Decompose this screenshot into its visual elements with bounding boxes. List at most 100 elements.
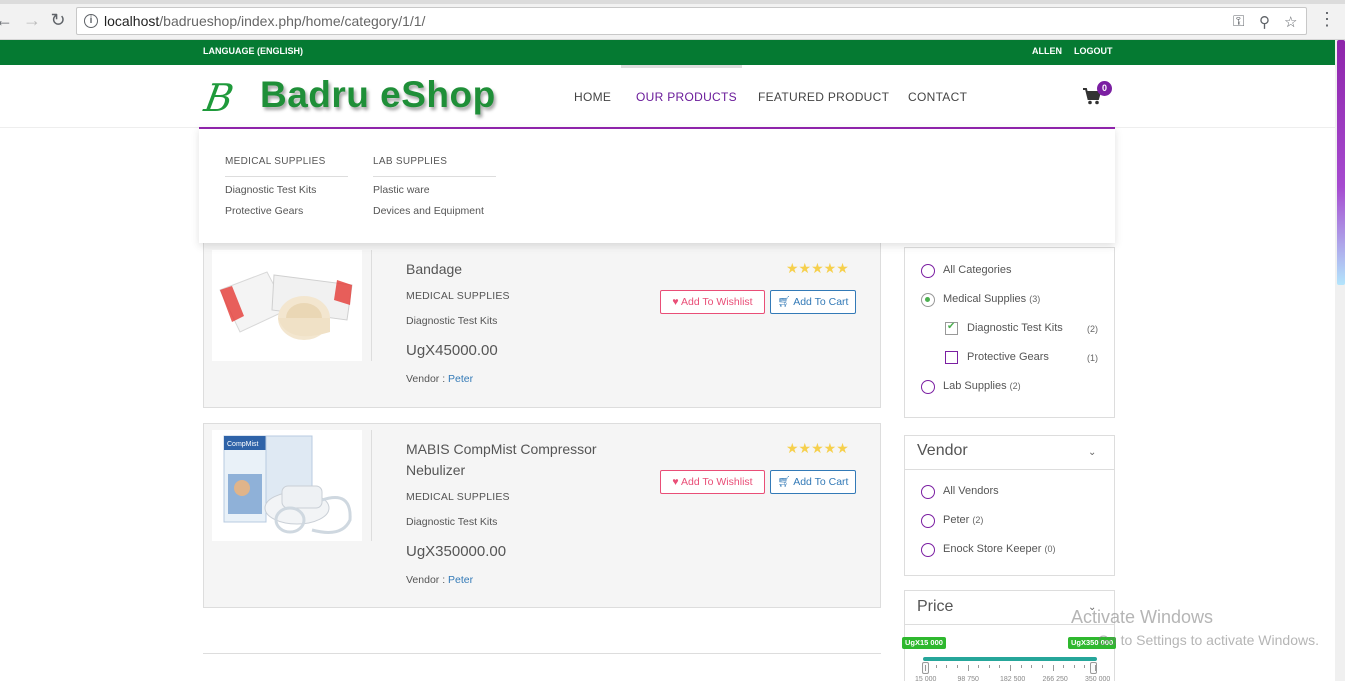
- price-scale-tick: [1031, 665, 1033, 668]
- back-icon[interactable]: ←: [0, 10, 14, 30]
- vendor-link[interactable]: Peter: [448, 574, 473, 586]
- content-divider: [203, 653, 881, 654]
- filter-label-protective-gears[interactable]: Protective Gears: [967, 351, 1049, 363]
- radio-all-vendors[interactable]: [921, 485, 935, 499]
- nav-active-indicator: [621, 65, 742, 68]
- price-min-tag: UgX15 000: [902, 637, 946, 649]
- logo-text[interactable]: Badru eShop: [260, 74, 496, 116]
- filter-label-peter[interactable]: Peter (2): [943, 514, 983, 526]
- nav-contact[interactable]: CONTACT: [908, 90, 967, 104]
- product-subcategory: Diagnostic Test Kits: [406, 315, 498, 327]
- panel-divider: [904, 469, 1115, 470]
- address-bar[interactable]: i localhost/badrueshop/index.php/home/ca…: [76, 7, 1307, 35]
- activation-watermark-text: Go to Settings to activate Windows.: [1098, 632, 1319, 648]
- bookmark-star-icon[interactable]: ☆: [1284, 13, 1297, 31]
- price-scale-tick: [946, 665, 948, 668]
- radio-vendor-enock[interactable]: [921, 543, 935, 557]
- vendor-link[interactable]: Peter: [448, 373, 473, 385]
- price-scale-tick: [1020, 665, 1022, 668]
- price-scale-tick: [925, 665, 926, 671]
- cart-icon: 🛒︎: [777, 476, 791, 488]
- product-price: UgX350000.00: [406, 543, 507, 560]
- rating-stars: ★★★★★: [786, 440, 849, 456]
- add-to-wishlist-button[interactable]: ♥ Add To Wishlist: [660, 290, 765, 314]
- price-scale-label: 350 000: [1085, 676, 1111, 683]
- heart-icon: ♥: [672, 296, 679, 308]
- price-scale-label: 15 000: [915, 676, 937, 683]
- price-scale-tick: [1084, 665, 1086, 668]
- card-divider: [371, 430, 372, 541]
- checkbox-diagnostic-test-kits[interactable]: [945, 321, 958, 335]
- nav-featured-product[interactable]: FEATURED PRODUCT: [758, 90, 889, 104]
- product-vendor: Vendor : Peter: [406, 574, 474, 586]
- tab-strip: [0, 0, 1345, 4]
- price-scale-tick: [1041, 665, 1043, 668]
- menu-heading-medical-supplies[interactable]: MEDICAL SUPPLIES: [225, 156, 326, 167]
- filter-label-diagnostic-test-kits[interactable]: Diagnostic Test Kits: [967, 322, 1063, 334]
- price-slider-track[interactable]: [923, 657, 1097, 661]
- card-divider: [371, 250, 372, 361]
- menu-item-protective-gears[interactable]: Protective Gears: [225, 205, 303, 217]
- key-icon[interactable]: ⚿: [1233, 13, 1244, 30]
- product-image-bandage[interactable]: [212, 250, 362, 361]
- radio-lab-supplies[interactable]: [921, 380, 935, 394]
- cart-count-badge: 0: [1097, 81, 1112, 96]
- menu-item-diagnostic-test-kits[interactable]: Diagnostic Test Kits: [225, 184, 316, 196]
- zoom-icon[interactable]: ⚲: [1259, 13, 1270, 31]
- reload-icon[interactable]: ↻: [48, 10, 68, 30]
- add-to-cart-button[interactable]: 🛒︎ Add To Cart: [770, 290, 856, 314]
- product-subcategory: Diagnostic Test Kits: [406, 516, 498, 528]
- nav-our-products[interactable]: OUR PRODUCTS: [636, 90, 737, 104]
- product-image-nebulizer[interactable]: CompMist: [212, 430, 362, 541]
- product-name[interactable]: Bandage: [406, 259, 621, 280]
- page-scrollbar-thumb[interactable]: [1337, 40, 1345, 285]
- chevron-down-icon[interactable]: ⌄: [1088, 447, 1096, 458]
- price-scale-label: 182 500: [1000, 676, 1026, 683]
- price-scale-tick: [1063, 665, 1065, 668]
- radio-all-categories[interactable]: [921, 264, 935, 278]
- vendor-panel-title[interactable]: Vendor: [917, 442, 968, 460]
- add-to-wishlist-button[interactable]: ♥ Add To Wishlist: [660, 470, 765, 494]
- price-scale-tick: [999, 665, 1001, 668]
- filter-label-medical-supplies[interactable]: Medical Supplies (3): [943, 293, 1040, 305]
- heart-icon: ♥: [672, 476, 679, 488]
- product-category: MEDICAL SUPPLIES: [406, 491, 510, 503]
- nav-home[interactable]: HOME: [574, 90, 611, 104]
- activation-watermark-title: Activate Windows: [1071, 607, 1214, 627]
- product-card: CompMist MABIS CompMist Compressor Nebul…: [203, 423, 881, 608]
- filter-label-lab-supplies[interactable]: Lab Supplies (2): [943, 380, 1021, 392]
- price-scale-tick: [967, 665, 969, 671]
- filter-count: (1): [1087, 353, 1098, 363]
- menu-item-plastic-ware[interactable]: Plastic ware: [373, 184, 430, 196]
- product-vendor: Vendor : Peter: [406, 373, 474, 385]
- product-name[interactable]: MABIS CompMist Compressor Nebulizer: [406, 439, 621, 481]
- menu-divider: [225, 176, 348, 177]
- forward-icon[interactable]: →: [22, 10, 42, 30]
- svg-text:CompMist: CompMist: [227, 441, 259, 448]
- menu-item-devices-and-equipment[interactable]: Devices and Equipment: [373, 205, 484, 217]
- price-scale-tick: [988, 665, 990, 668]
- price-panel-title[interactable]: Price: [917, 598, 953, 616]
- radio-medical-supplies[interactable]: [921, 293, 935, 307]
- price-scale-tick: [1095, 665, 1096, 671]
- menu-heading-lab-supplies[interactable]: LAB SUPPLIES: [373, 156, 447, 167]
- price-scale-tick: [1073, 665, 1075, 668]
- radio-vendor-peter[interactable]: [921, 514, 935, 528]
- filter-count: (2): [1087, 324, 1098, 334]
- rating-stars: ★★★★★: [786, 260, 849, 276]
- language-selector[interactable]: LANGUAGE (ENGLISH): [203, 46, 303, 56]
- logout-link[interactable]: LOGOUT: [1074, 46, 1113, 56]
- browser-menu-icon[interactable]: ⋮: [1318, 10, 1336, 30]
- filter-label-all-categories[interactable]: All Categories: [943, 264, 1011, 276]
- filter-label-enock-store-keeper[interactable]: Enock Store Keeper (0): [943, 543, 1056, 555]
- user-link[interactable]: ALLEN: [1032, 46, 1062, 56]
- info-icon[interactable]: i: [84, 14, 98, 28]
- price-scale-tick: [978, 665, 980, 668]
- price-scale-tick: [935, 665, 937, 668]
- filter-label-all-vendors[interactable]: All Vendors: [943, 485, 999, 497]
- products-mega-menu: MEDICAL SUPPLIES Diagnostic Test Kits Pr…: [199, 127, 1115, 243]
- checkbox-protective-gears[interactable]: [945, 351, 958, 364]
- product-card: Bandage MEDICAL SUPPLIES Diagnostic Test…: [203, 223, 881, 408]
- add-to-cart-button[interactable]: 🛒︎ Add To Cart: [770, 470, 856, 494]
- cart-icon: 🛒︎: [777, 296, 791, 308]
